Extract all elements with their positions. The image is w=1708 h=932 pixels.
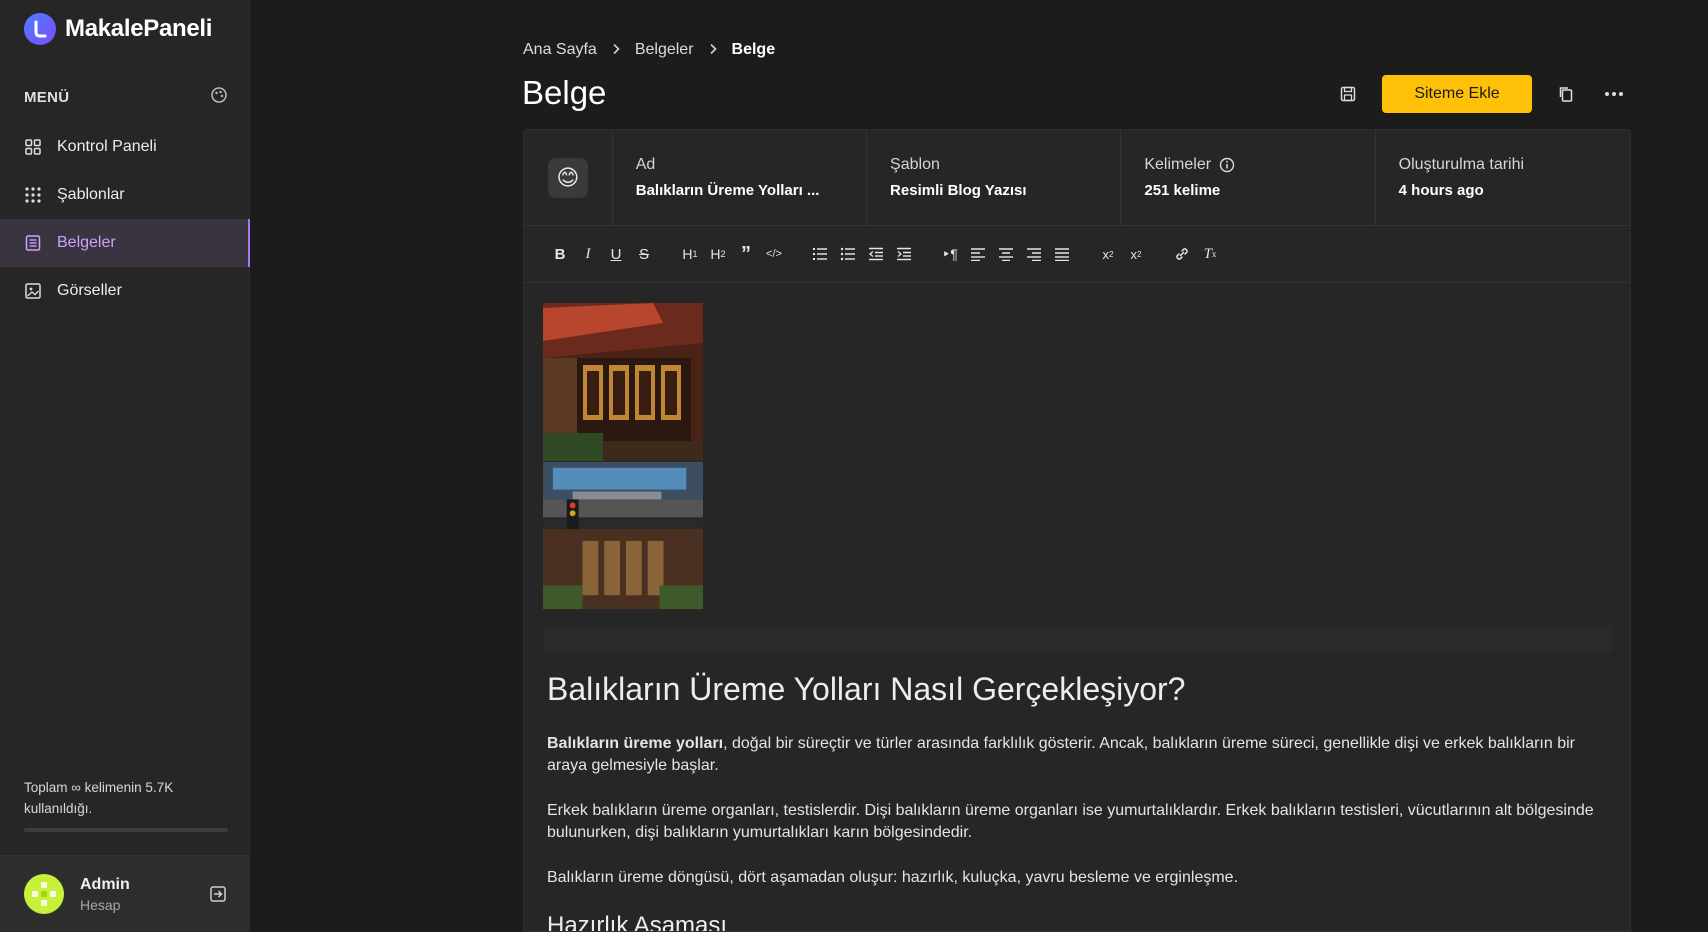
heading1-icon[interactable]: H1	[676, 240, 704, 268]
page-title: Belge	[522, 74, 607, 111]
article-heading: Balıkların Üreme Yolları Nasıl Gerçekleş…	[547, 671, 1186, 707]
heading2-icon[interactable]: H2	[704, 240, 732, 268]
underline-icon[interactable]: U	[602, 240, 630, 268]
dots-grid-icon	[25, 187, 41, 203]
justify-icon[interactable]	[1048, 240, 1076, 268]
emoji-cell: 😊	[524, 130, 613, 225]
indent-icon[interactable]	[890, 240, 918, 268]
emoji-picker[interactable]: 😊	[547, 157, 588, 198]
meta-value: 4 hours ago	[1398, 182, 1484, 199]
palette-icon[interactable]	[210, 86, 228, 109]
sidebar-item-label: Belgeler	[57, 234, 116, 251]
clear-format-icon[interactable]: Tx	[1196, 240, 1224, 268]
save-icon[interactable]	[1330, 76, 1366, 112]
sidebar-item-sablonlar[interactable]: Şablonlar	[0, 171, 250, 219]
align-center-icon[interactable]	[992, 240, 1020, 268]
menu-label: MENÜ	[24, 89, 70, 106]
info-icon[interactable]	[1219, 157, 1235, 173]
text-direction-icon[interactable]: ‣¶	[936, 240, 964, 268]
document-card: 😊 Ad Balıkların Üreme Yolları ... Şablon…	[523, 129, 1631, 932]
chevron-right-icon	[708, 42, 718, 59]
align-right-icon[interactable]	[1020, 240, 1048, 268]
more-options-icon[interactable]	[1596, 76, 1632, 112]
article-bold-text: Balıkların üreme yolları	[547, 735, 724, 752]
subscript-icon[interactable]: x2	[1094, 240, 1122, 268]
user-role: Hesap	[80, 896, 121, 913]
usage-progress-bar	[24, 828, 228, 832]
meta-value: 251 kelime	[1144, 182, 1221, 199]
editor-toolbar: B I U S H1 H2 ” </> ‣¶ x 2 x 2 T x	[524, 226, 1630, 283]
smile-emoji-icon: 😊	[556, 164, 580, 190]
logout-icon[interactable]	[208, 884, 228, 909]
superscript-icon[interactable]: x2	[1122, 240, 1150, 268]
breadcrumb-current: Belge	[731, 41, 776, 58]
article-paragraph: Erkek balıkların üreme organları, testis…	[547, 802, 1594, 841]
italic-icon[interactable]: I	[574, 240, 602, 268]
app-name: MakalePaneli	[65, 15, 213, 42]
meta-value[interactable]: Balıkların Üreme Yolları ...	[636, 182, 866, 199]
restaurant-photo-interior	[543, 303, 703, 461]
article-body[interactable]: Balıkların Üreme Yolları Nasıl Gerçekleş…	[547, 671, 1607, 932]
meta-label: Oluşturulma tarihi	[1398, 156, 1525, 173]
meta-words: Kelimeler 251 kelime	[1121, 130, 1376, 225]
breadcrumb-belgeler[interactable]: Belgeler	[635, 41, 694, 59]
article-image[interactable]	[543, 303, 703, 610]
sidebar-item-kontrol-paneli[interactable]: Kontrol Paneli	[0, 123, 250, 171]
breadcrumb-home[interactable]: Ana Sayfa	[523, 41, 597, 59]
avatar	[24, 874, 64, 914]
chevron-right-icon	[611, 42, 621, 59]
unordered-list-icon[interactable]	[834, 240, 862, 268]
sidebar-item-label: Şablonlar	[57, 186, 125, 203]
logo-icon	[24, 13, 56, 45]
sidebar-item-belgeler[interactable]: Belgeler	[0, 219, 250, 267]
meta-label: Şablon	[890, 156, 940, 173]
article-subheading: Hazırlık Aşaması	[547, 912, 728, 932]
outdent-icon[interactable]	[862, 240, 890, 268]
sidebar-nav: Kontrol Paneli Şablonlar Belgeler Görsel…	[0, 123, 250, 315]
document-icon	[25, 235, 41, 251]
image-icon	[25, 283, 41, 299]
sidebar-item-gorseller[interactable]: Görseller	[0, 267, 250, 315]
bold-icon[interactable]: B	[546, 240, 574, 268]
sidebar-item-label: Kontrol Paneli	[57, 138, 157, 155]
app-logo[interactable]: MakalePaneli	[24, 13, 212, 45]
meta-label: Kelimeler	[1144, 156, 1212, 173]
meta-created: Oluşturulma tarihi 4 hours ago	[1376, 130, 1630, 225]
quote-icon[interactable]: ”	[732, 240, 760, 268]
add-to-site-button[interactable]: Siteme Ekle	[1382, 75, 1532, 113]
align-left-icon[interactable]	[964, 240, 992, 268]
image-caption-area[interactable]	[543, 626, 1612, 652]
breadcrumb: Ana Sayfa Belgeler Belge	[523, 41, 775, 59]
grid-icon	[25, 139, 41, 155]
document-meta: 😊 Ad Balıkların Üreme Yolları ... Şablon…	[524, 130, 1630, 226]
usage-info: Toplam ∞ kelimenin 5.7K kullanıldığı.	[24, 777, 228, 832]
meta-value: Resimli Blog Yazısı	[890, 182, 1027, 199]
ordered-list-icon[interactable]	[806, 240, 834, 268]
user-account[interactable]: Admin Hesap	[0, 855, 250, 932]
copy-icon[interactable]	[1548, 76, 1584, 112]
meta-name: Ad Balıkların Üreme Yolları ...	[613, 130, 868, 225]
sidebar-item-label: Görseller	[57, 282, 122, 299]
meta-label: Ad	[635, 156, 656, 173]
code-icon[interactable]: </>	[760, 240, 788, 268]
article-paragraph: Balıkların üreme yolları, doğal bir süre…	[547, 733, 1607, 777]
usage-text: Toplam ∞ kelimenin 5.7K kullanıldığı.	[24, 780, 174, 816]
meta-template: Şablon Resimli Blog Yazısı	[867, 130, 1122, 225]
restaurant-photo-storefront	[543, 461, 703, 610]
sidebar: MakalePaneli MENÜ Kontrol Paneli Şablonl…	[0, 0, 250, 932]
article-paragraph: Balıkların üreme döngüsü, dört aşamadan …	[547, 869, 1239, 886]
user-name: Admin	[80, 875, 130, 893]
strikethrough-icon[interactable]: S	[630, 240, 658, 268]
page-actions: Siteme Ekle	[1330, 75, 1632, 113]
menu-header: MENÜ	[24, 86, 228, 109]
link-icon[interactable]	[1168, 240, 1196, 268]
meta-label-row: Kelimeler	[1144, 156, 1374, 174]
